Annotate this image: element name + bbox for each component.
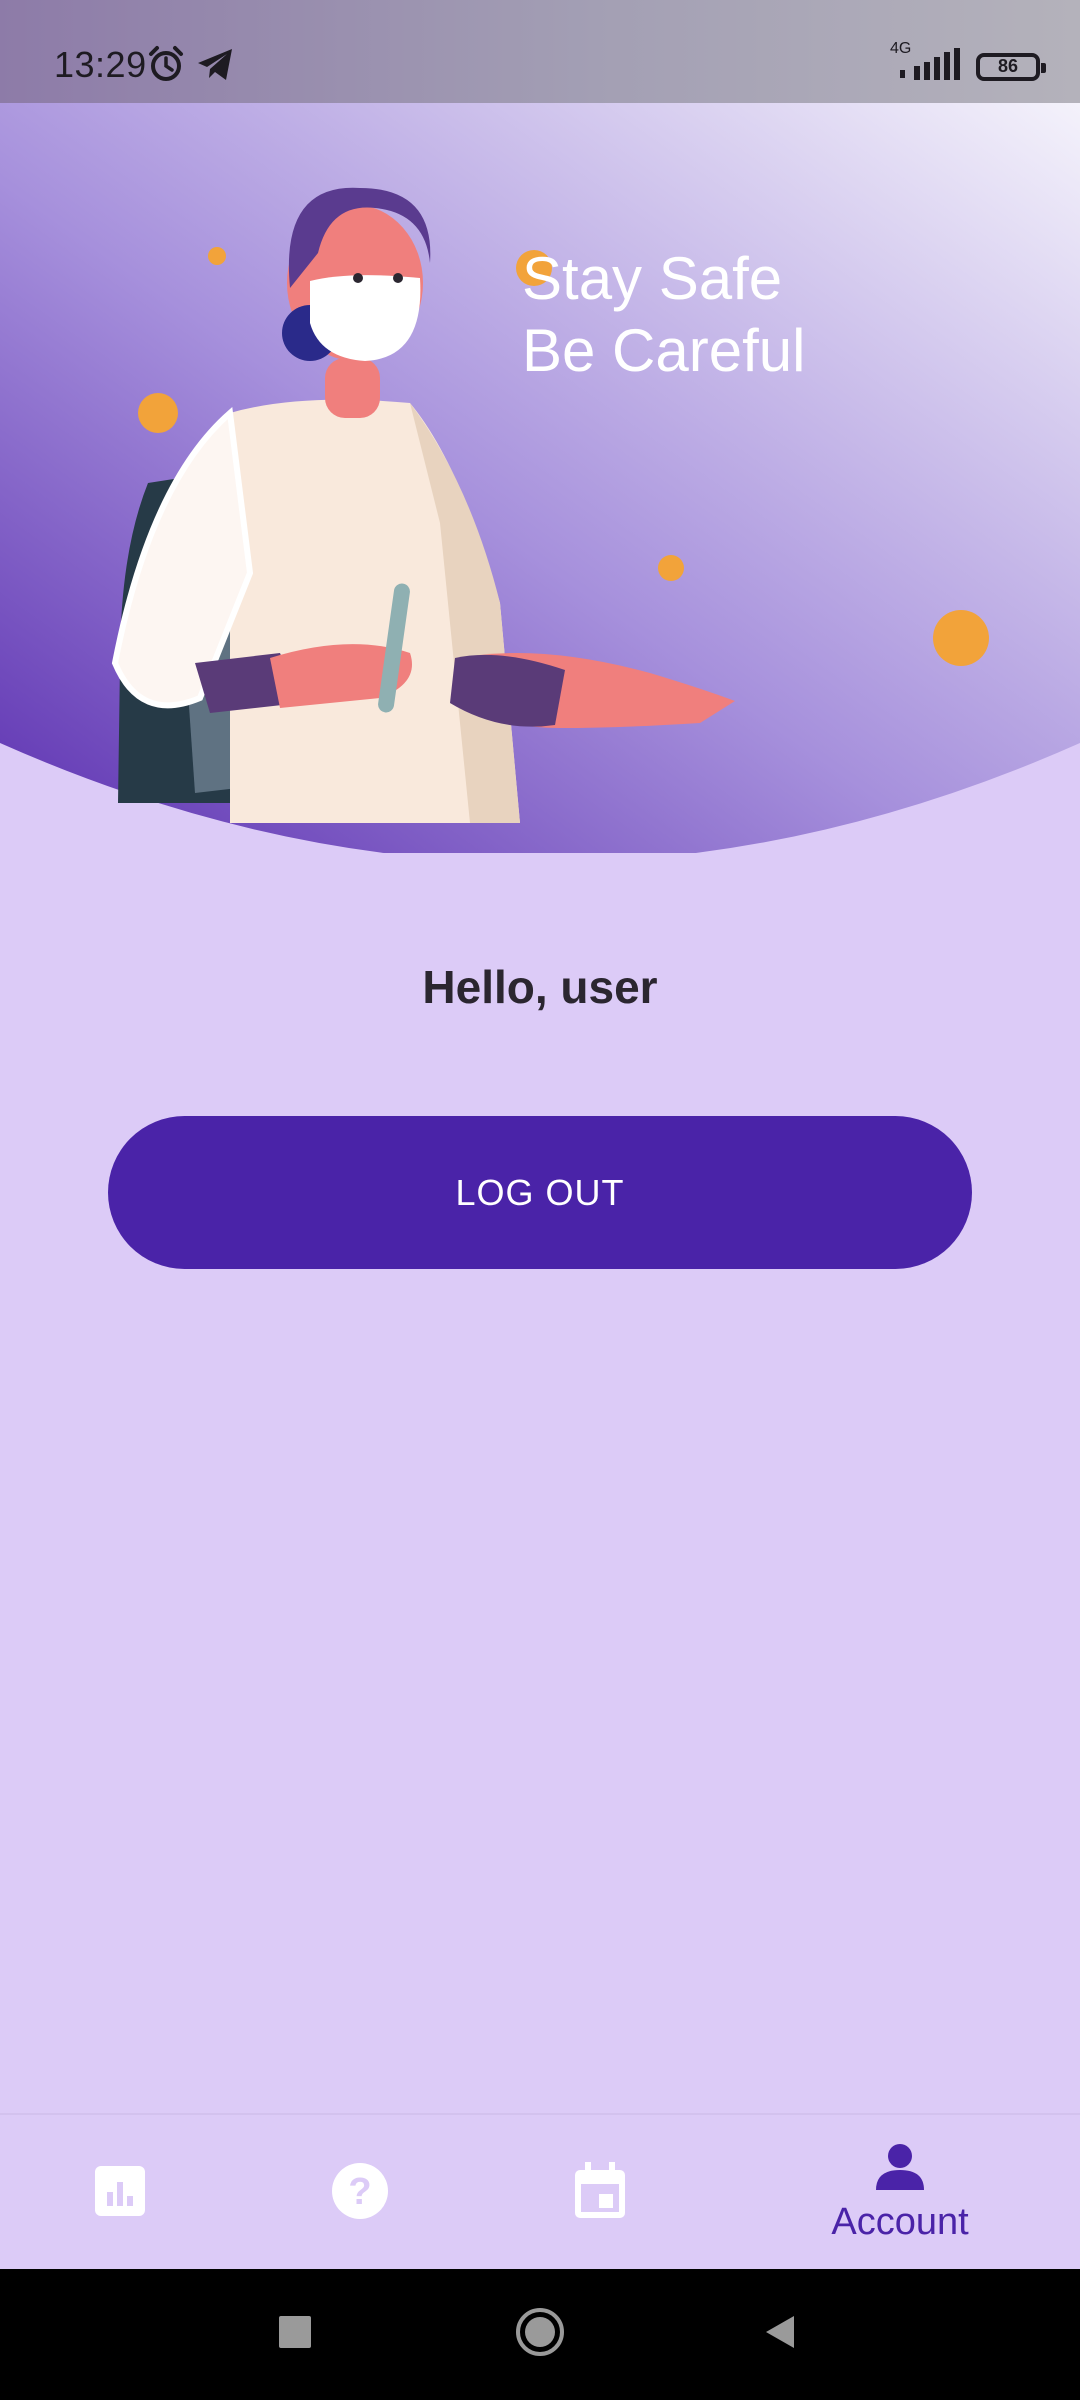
stats-icon (93, 2164, 147, 2223)
status-left-icons (146, 44, 236, 89)
hero-banner: Stay Safe Be Careful (0, 103, 1080, 853)
alarm-icon (146, 44, 186, 89)
nav-item-help[interactable]: ? (280, 2115, 440, 2271)
hero-illustration (0, 103, 1080, 853)
status-time: 13:29 (54, 44, 147, 85)
network-type: 4G (890, 40, 912, 57)
nav-item-account[interactable]: Account (800, 2115, 1000, 2271)
home-circle-icon (514, 2306, 566, 2363)
battery-icon: 86 (976, 52, 1046, 81)
greeting-text: Hello, user (422, 961, 658, 1013)
telegram-icon (194, 44, 236, 89)
help-icon: ? (331, 2162, 389, 2225)
battery-level: 86 (997, 56, 1019, 76)
back-triangle-icon (760, 2312, 800, 2357)
hero-line-1: Stay Safe (522, 245, 783, 312)
hero-headline: Stay Safe Be Careful (522, 243, 805, 387)
bottom-navigation: ? Account (0, 2113, 1080, 2271)
nav-label-account: Account (831, 2201, 969, 2243)
signal-icon: 4G (890, 40, 964, 89)
home-button[interactable] (495, 2269, 585, 2400)
recents-button[interactable] (250, 2269, 340, 2400)
back-button[interactable] (735, 2269, 825, 2400)
square-icon (277, 2314, 313, 2355)
status-right: 4G 86 (890, 40, 1046, 89)
nav-item-calendar[interactable] (520, 2115, 680, 2271)
status-bar: 13:29 4G 86 (0, 0, 1080, 103)
hero-line-2: Be Careful (522, 317, 806, 384)
calendar-icon (573, 2161, 627, 2225)
svg-text:?: ? (348, 2171, 371, 2213)
logout-button[interactable]: LOG OUT (108, 1116, 972, 1269)
nav-item-stats[interactable] (40, 2115, 200, 2271)
system-navigation-bar (0, 2269, 1080, 2400)
account-icon (874, 2142, 926, 2197)
